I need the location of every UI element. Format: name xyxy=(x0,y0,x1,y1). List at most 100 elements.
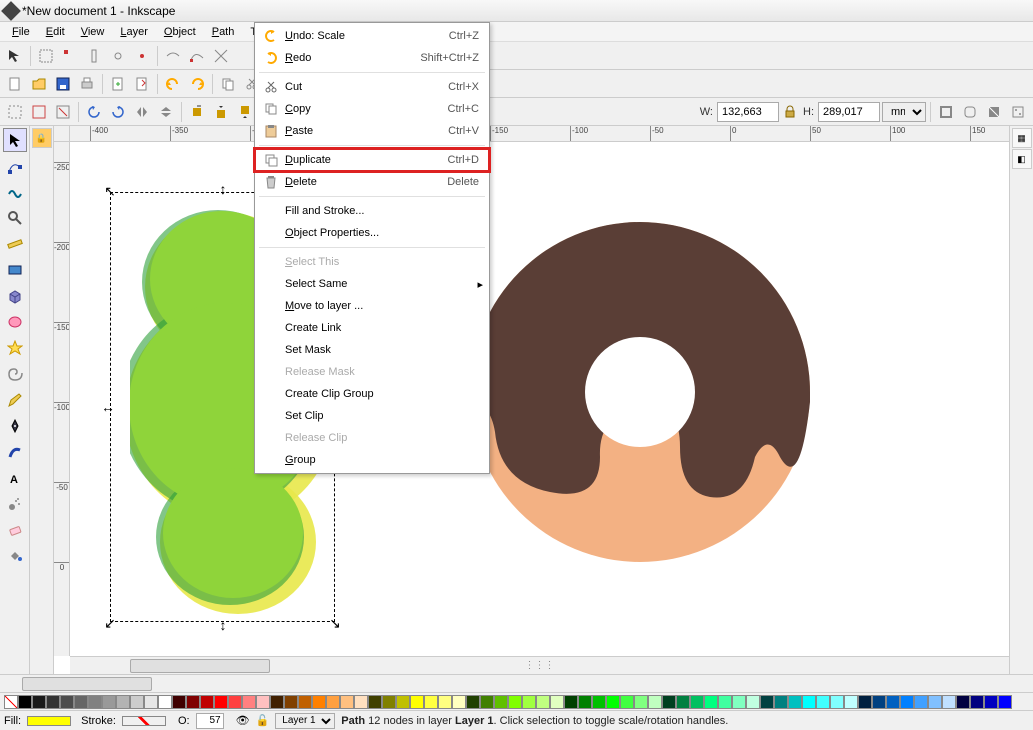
lower-button[interactable] xyxy=(234,101,256,123)
swatch-none[interactable] xyxy=(4,695,18,709)
undo-button[interactable] xyxy=(162,73,184,95)
swatch[interactable] xyxy=(606,695,620,709)
handle-n[interactable]: ↕ xyxy=(216,182,230,196)
snap-edge-button[interactable] xyxy=(83,45,105,67)
swatch[interactable] xyxy=(970,695,984,709)
swatch[interactable] xyxy=(662,695,676,709)
swatch[interactable] xyxy=(340,695,354,709)
ctx-create-link[interactable]: Create Link xyxy=(255,317,489,339)
rotate-cw-button[interactable] xyxy=(107,101,129,123)
import-button[interactable] xyxy=(107,73,129,95)
swatch[interactable] xyxy=(130,695,144,709)
swatch[interactable] xyxy=(256,695,270,709)
tool-text[interactable]: A xyxy=(3,466,27,490)
cmd-button-2[interactable]: ◧ xyxy=(1012,149,1032,169)
swatch[interactable] xyxy=(158,695,172,709)
visibility-icon[interactable]: 👁 xyxy=(236,714,250,727)
swatch[interactable] xyxy=(46,695,60,709)
swatch[interactable] xyxy=(116,695,130,709)
open-button[interactable] xyxy=(28,73,50,95)
lock-aspect-button[interactable] xyxy=(781,101,799,123)
swatch[interactable] xyxy=(592,695,606,709)
select-all-button[interactable] xyxy=(4,101,26,123)
swatch[interactable] xyxy=(466,695,480,709)
swatch[interactable] xyxy=(88,695,102,709)
swatch[interactable] xyxy=(172,695,186,709)
swatch[interactable] xyxy=(60,695,74,709)
tool-3dbox[interactable] xyxy=(3,284,27,308)
tool-bucket[interactable] xyxy=(3,544,27,568)
tool-ellipse[interactable] xyxy=(3,310,27,334)
ctx-cut[interactable]: CutCtrl+X xyxy=(255,76,489,98)
ctx-create-clip-group[interactable]: Create Clip Group xyxy=(255,383,489,405)
opacity-input[interactable] xyxy=(196,713,224,729)
canvas[interactable]: ↖ ↕ ↗ ↔ ↔ ↙ ↕ ↘ xyxy=(70,142,1009,656)
swatch[interactable] xyxy=(480,695,494,709)
menu-view[interactable]: View xyxy=(73,24,113,40)
new-button[interactable] xyxy=(4,73,26,95)
swatch[interactable] xyxy=(186,695,200,709)
raise-button[interactable] xyxy=(210,101,232,123)
cmd-button-1[interactable]: ▦ xyxy=(1012,128,1032,148)
swatch[interactable] xyxy=(788,695,802,709)
snap-center-button[interactable] xyxy=(131,45,153,67)
ctx-redo[interactable]: RedoShift+Ctrl+Z xyxy=(255,47,489,69)
ctx-copy[interactable]: CopyCtrl+C xyxy=(255,98,489,120)
lock-layer-icon[interactable]: 🔓 xyxy=(256,714,270,727)
swatch[interactable] xyxy=(298,695,312,709)
ctx-move-to-layer-[interactable]: Move to layer ... xyxy=(255,295,489,317)
swatch[interactable] xyxy=(858,695,872,709)
swatch[interactable] xyxy=(760,695,774,709)
swatch[interactable] xyxy=(984,695,998,709)
ctx-set-mask[interactable]: Set Mask xyxy=(255,339,489,361)
swatch[interactable] xyxy=(900,695,914,709)
hscroll-thumb[interactable] xyxy=(130,659,270,673)
snap-node-button[interactable] xyxy=(162,45,184,67)
ctx-undo-scale[interactable]: Undo: ScaleCtrl+Z xyxy=(255,25,489,47)
unit-select[interactable]: mm xyxy=(882,102,926,122)
swatch[interactable] xyxy=(452,695,466,709)
swatch[interactable] xyxy=(732,695,746,709)
swatch[interactable] xyxy=(956,695,970,709)
swatch[interactable] xyxy=(270,695,284,709)
swatch[interactable] xyxy=(284,695,298,709)
swatch[interactable] xyxy=(396,695,410,709)
swatch[interactable] xyxy=(634,695,648,709)
redo-button[interactable] xyxy=(186,73,208,95)
tool-spiral[interactable] xyxy=(3,362,27,386)
ctx-object-properties-[interactable]: Object Properties... xyxy=(255,222,489,244)
swatch[interactable] xyxy=(522,695,536,709)
swatch[interactable] xyxy=(354,695,368,709)
swatch[interactable] xyxy=(200,695,214,709)
tool-eraser[interactable] xyxy=(3,518,27,542)
snap-grid-button[interactable] xyxy=(35,45,57,67)
tool-pencil[interactable] xyxy=(3,388,27,412)
swatch[interactable] xyxy=(18,695,32,709)
menu-path[interactable]: Path xyxy=(204,24,243,40)
swatch[interactable] xyxy=(312,695,326,709)
swatch[interactable] xyxy=(368,695,382,709)
save-button[interactable] xyxy=(52,73,74,95)
snap-corner-button[interactable] xyxy=(59,45,81,67)
menu-file[interactable]: File xyxy=(4,24,38,40)
swatch[interactable] xyxy=(550,695,564,709)
swatch[interactable] xyxy=(802,695,816,709)
rotate-ccw-button[interactable] xyxy=(83,101,105,123)
swatch[interactable] xyxy=(536,695,550,709)
swatch[interactable] xyxy=(74,695,88,709)
palette-scroll-thumb[interactable] xyxy=(22,677,152,691)
swatch[interactable] xyxy=(438,695,452,709)
swatch[interactable] xyxy=(718,695,732,709)
tool-zoom[interactable] xyxy=(3,206,27,230)
ctx-duplicate[interactable]: DuplicateCtrl+D xyxy=(255,149,489,171)
layer-select[interactable]: Layer 1 xyxy=(275,713,335,729)
ctx-set-clip[interactable]: Set Clip xyxy=(255,405,489,427)
swatch[interactable] xyxy=(578,695,592,709)
swatch[interactable] xyxy=(886,695,900,709)
menu-edit[interactable]: Edit xyxy=(38,24,73,40)
ctx-select-same[interactable]: Select Same▸ xyxy=(255,273,489,295)
swatch[interactable] xyxy=(326,695,340,709)
fill-indicator[interactable] xyxy=(27,716,71,726)
tool-measure[interactable] xyxy=(3,232,27,256)
swatch[interactable] xyxy=(102,695,116,709)
